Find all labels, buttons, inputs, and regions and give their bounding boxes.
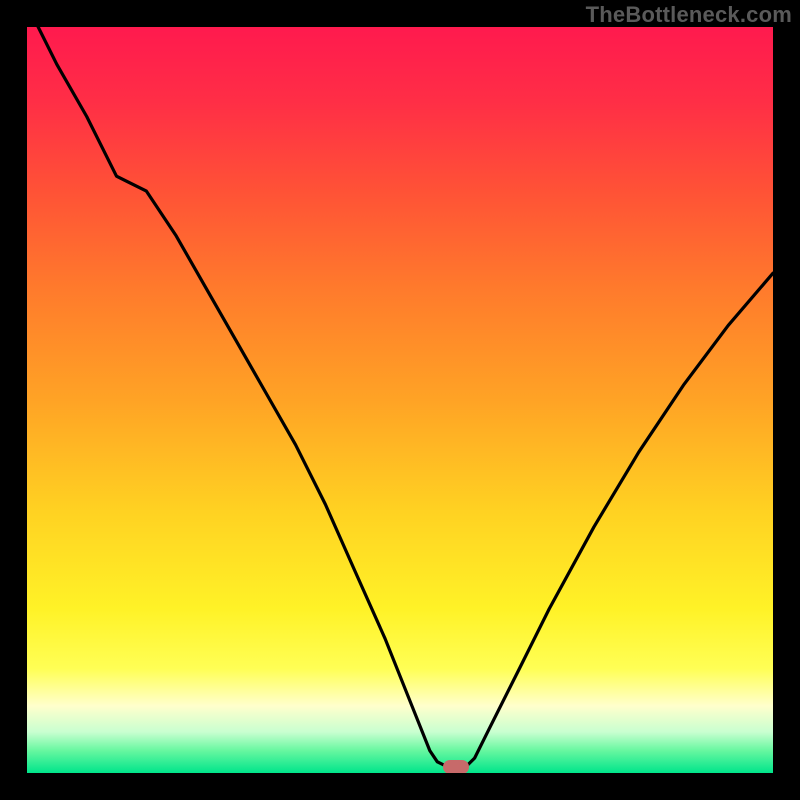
watermark-text: TheBottleneck.com: [586, 2, 792, 28]
plot-area: [27, 27, 773, 773]
optimum-marker: [443, 760, 469, 773]
bottleneck-curve: [27, 27, 773, 773]
chart-container: TheBottleneck.com: [0, 0, 800, 800]
